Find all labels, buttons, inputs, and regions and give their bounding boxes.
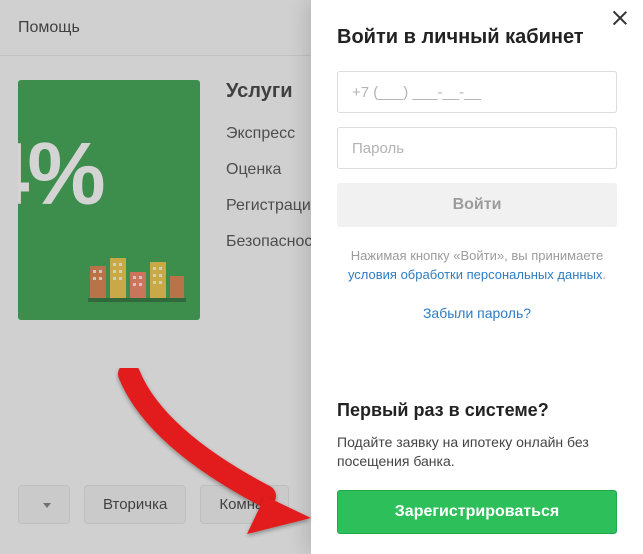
phone-input[interactable]: [337, 71, 617, 113]
first-time-heading: Первый раз в системе?: [337, 400, 617, 421]
forgot-password-link[interactable]: Забыли пароль?: [423, 305, 531, 321]
login-button[interactable]: Войти: [337, 183, 617, 227]
consent-text: Нажимая кнопку «Войти», вы принимаете ус…: [337, 247, 617, 285]
password-input[interactable]: [337, 127, 617, 169]
register-block: Первый раз в системе? Подайте заявку на …: [337, 400, 617, 534]
register-button[interactable]: Зарегистрироваться: [337, 490, 617, 534]
first-time-text: Подайте заявку на ипотеку онлайн без пос…: [337, 433, 617, 472]
close-icon[interactable]: [607, 6, 633, 32]
consent-link[interactable]: условия обработки персональных данных: [348, 267, 602, 282]
login-panel: Войти в личный кабинет Войти Нажимая кно…: [311, 0, 643, 554]
consent-prefix: Нажимая кнопку «Войти», вы принимаете: [351, 248, 603, 263]
forgot-block: Забыли пароль?: [337, 305, 617, 321]
login-title: Войти в личный кабинет: [337, 26, 617, 49]
consent-suffix: .: [602, 267, 606, 282]
